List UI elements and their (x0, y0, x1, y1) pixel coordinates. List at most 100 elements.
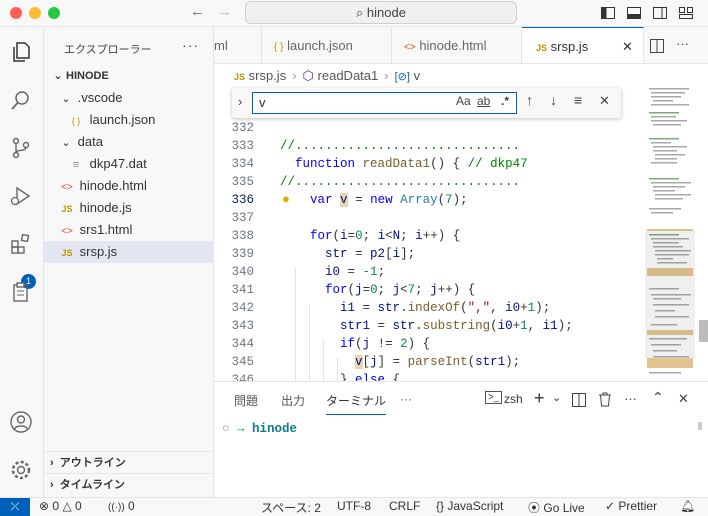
settings-gear-icon[interactable] (6, 455, 36, 485)
trash-icon[interactable] (598, 392, 612, 407)
next-match-icon[interactable]: ↓ (550, 92, 557, 108)
minimap[interactable] (645, 88, 708, 381)
encoding-status[interactable]: UTF-8 (337, 499, 371, 513)
terminal-output[interactable]: ○ → hinode (222, 422, 297, 436)
code-editor[interactable]: 332 333 //..............................… (214, 88, 708, 381)
sidebar-item-srsp-js[interactable]: JS srsp.js (44, 241, 213, 263)
tab-output[interactable]: 出力 (281, 392, 305, 409)
prompt-arrow-icon: → (237, 422, 253, 436)
more-actions-icon[interactable]: ··· (624, 391, 637, 406)
sidebar-item-dkp47-dat[interactable]: ≡ dkp47.dat (44, 153, 213, 175)
chevron-down-icon[interactable]: ⌄ (552, 391, 561, 404)
sidebar-item-data[interactable]: ⌄ data (44, 131, 213, 153)
sidebar-item-vscode[interactable]: ⌄ .vscode (44, 87, 213, 109)
tab-label: srsp.js (550, 39, 589, 54)
tab-srsp-js[interactable]: JS srsp.js ✕ (522, 27, 644, 63)
previous-match-icon[interactable]: ↑ (526, 92, 533, 108)
chevron-right-icon[interactable]: › (238, 94, 242, 109)
terminal-scrollbar[interactable] (698, 422, 702, 430)
more-actions-icon[interactable]: ··· (182, 37, 199, 53)
breadcrumb-variable[interactable]: v (414, 68, 421, 83)
project-folder[interactable]: ⌄ HINODE (44, 65, 213, 87)
project-folder-label: HINODE (66, 70, 109, 82)
close-icon[interactable]: ✕ (622, 28, 633, 63)
close-window-button[interactable] (10, 7, 22, 19)
toggle-sidebar-icon[interactable] (600, 5, 616, 21)
eol-status[interactable]: CRLF (389, 499, 420, 513)
forward-button[interactable]: → (217, 3, 232, 20)
maximize-panel-icon[interactable]: ⌃ (652, 389, 664, 406)
back-button[interactable]: ← (190, 3, 205, 20)
chevron-down-icon: ⌄ (53, 70, 63, 82)
code-line: str1 = str.substring(i0+1, i1); (340, 319, 573, 333)
line-number: 342 (231, 301, 254, 315)
prettier-status[interactable]: ✓ Prettier (605, 499, 657, 513)
line-number: 339 (231, 247, 254, 261)
language-status[interactable]: {} JavaScript (436, 499, 503, 513)
outline-section[interactable]: › アウトライン (44, 451, 213, 473)
command-center[interactable]: ⌕ hinode (245, 1, 517, 24)
problems-status[interactable]: ⊗ 0 △ 0 (39, 499, 82, 513)
toggle-panel-icon[interactable] (626, 5, 642, 21)
split-editor-icon[interactable] (650, 39, 664, 53)
error-icon: ⊗ (39, 499, 50, 513)
tab-launch-json[interactable]: { } launch.json (262, 27, 392, 63)
search-icon[interactable] (6, 85, 36, 115)
error-count: 0 (52, 499, 60, 513)
scrollbar-thumb[interactable] (699, 320, 708, 342)
breadcrumb-function[interactable]: readData1 (318, 68, 379, 83)
sidebar-item-label: srsp.js (79, 244, 118, 259)
testing-icon[interactable] (6, 277, 36, 307)
toggle-secondary-sidebar-icon[interactable] (652, 5, 668, 21)
indentation-status[interactable]: スペース: 2 (261, 499, 321, 516)
tab-partial[interactable]: ml (214, 27, 262, 63)
notifications-bell-icon[interactable]: 🔔︎ (680, 499, 695, 513)
explorer-icon[interactable] (6, 37, 36, 67)
remote-indicator-icon[interactable]: ⤫ (0, 498, 30, 516)
bottom-panel: 問題 出力 ターミナル ··· >_ zsh + ⌄ ··· ⌃ ✕ ○ → h… (214, 381, 708, 497)
search-icon: ⌕ (356, 5, 367, 20)
sidebar-item-label: data (77, 134, 103, 149)
line-number: 343 (231, 319, 254, 333)
zoom-window-button[interactable] (48, 7, 60, 19)
run-debug-icon[interactable] (6, 181, 36, 211)
close-find-icon[interactable]: ✕ (599, 93, 610, 109)
code-line: for(i=0; i<N; i++) { (310, 229, 461, 243)
sidebar-item-srs1-html[interactable]: <> srs1.html (44, 219, 213, 241)
tab-terminal[interactable]: ターミナル (326, 392, 387, 415)
tab-hinode-html[interactable]: <> hinode.html (392, 27, 522, 63)
go-live-button[interactable]: ⦿ Go Live (528, 499, 585, 516)
sidebar-item-hinode-js[interactable]: JS hinode.js (44, 197, 213, 219)
html-file-icon: <> (404, 42, 416, 53)
sidebar-item-label: hinode.js (79, 200, 132, 215)
account-icon[interactable] (6, 407, 36, 437)
shell-name[interactable]: zsh (504, 392, 523, 406)
find-in-selection-icon[interactable]: ≡ (574, 92, 582, 108)
match-whole-word-button[interactable]: ab (477, 94, 490, 108)
tab-problems[interactable]: 問題 (234, 392, 258, 409)
timeline-section[interactable]: › タイムライン (44, 473, 213, 495)
more-actions-icon[interactable]: ··· (676, 36, 689, 51)
activity-bar: 1 (0, 27, 44, 497)
source-control-icon[interactable] (6, 133, 36, 163)
match-case-button[interactable]: Aa (456, 94, 471, 108)
line-number: 333 (231, 139, 254, 153)
code-line: //.............................. (280, 175, 521, 189)
sidebar-item-hinode-html[interactable]: <> hinode.html (44, 175, 213, 197)
find-input-value: v (259, 95, 266, 110)
customize-layout-icon[interactable] (678, 5, 694, 21)
sidebar-item-launch-json[interactable]: { } launch.json (44, 109, 213, 131)
use-regex-button[interactable]: .* (501, 94, 509, 108)
minimize-window-button[interactable] (29, 7, 41, 19)
extensions-icon[interactable] (6, 229, 36, 259)
ports-status[interactable]: ((·)) 0 (108, 499, 135, 513)
broadcast-icon: ((·)) (108, 502, 125, 513)
split-terminal-icon[interactable] (572, 393, 586, 407)
close-panel-icon[interactable]: ✕ (678, 391, 689, 407)
panel-more-icon[interactable]: ··· (400, 392, 412, 406)
breadcrumb-file[interactable]: srsp.js (249, 68, 287, 83)
code-line: str = p2[i]; (325, 247, 416, 261)
new-terminal-icon[interactable]: + (534, 388, 545, 409)
explorer-sidebar: エクスプローラー ··· ⌄ HINODE ⌄ .vscode { } launc… (44, 27, 214, 497)
minimap-slider[interactable] (645, 230, 695, 358)
